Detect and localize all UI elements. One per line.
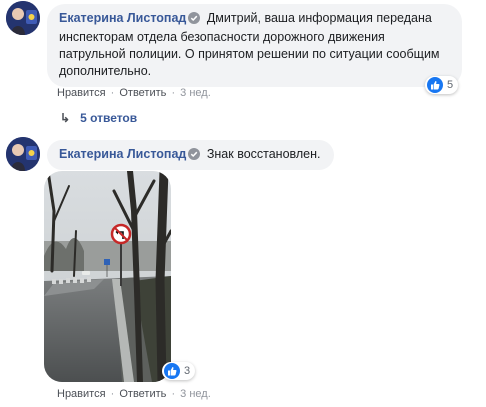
road-sign-photo	[44, 171, 171, 382]
view-replies-link[interactable]: ↳ 5 ответов	[60, 111, 137, 125]
replies-count-label: 5 ответов	[80, 111, 138, 125]
reaction-count: 5	[447, 79, 454, 91]
reaction-count-badge[interactable]: 3	[162, 362, 196, 380]
author-avatar[interactable]	[6, 1, 40, 35]
thumbs-up-icon	[164, 363, 180, 379]
like-link[interactable]: Нравится	[57, 388, 106, 400]
verified-icon	[188, 12, 201, 29]
comment-actions: Нравится · Ответить · 3 нед.	[57, 87, 211, 99]
separator-dot: ·	[171, 388, 176, 400]
reaction-count-badge[interactable]: 5	[425, 76, 459, 94]
comment-author[interactable]: Екатерина Листопад	[59, 11, 186, 25]
comment-text: Знак восстановлен.	[206, 147, 321, 161]
separator-dot: ·	[171, 87, 176, 99]
comment-timestamp[interactable]: 3 нед.	[180, 388, 211, 400]
avatar-image	[6, 137, 40, 171]
comment-author[interactable]: Екатерина Листопад	[59, 147, 186, 161]
comment-photo[interactable]	[44, 171, 171, 382]
separator-dot: ·	[110, 388, 115, 400]
thumbs-up-icon	[427, 77, 443, 93]
reply-link[interactable]: Ответить	[119, 388, 166, 400]
comment-bubble: Екатерина Листопад Дмитрий, ваша информа…	[47, 4, 462, 87]
avatar-image	[6, 1, 40, 35]
author-avatar[interactable]	[6, 137, 40, 171]
comment-timestamp[interactable]: 3 нед.	[180, 87, 211, 99]
reply-arrow-icon: ↳	[60, 111, 71, 125]
like-link[interactable]: Нравится	[57, 87, 106, 99]
reply-link[interactable]: Ответить	[119, 87, 166, 99]
comment-actions: Нравится · Ответить · 3 нед.	[57, 388, 211, 400]
verified-icon	[188, 148, 201, 165]
reaction-count: 3	[184, 365, 191, 377]
separator-dot: ·	[110, 87, 115, 99]
comment-bubble: Екатерина Листопад Знак восстановлен.	[47, 140, 334, 170]
